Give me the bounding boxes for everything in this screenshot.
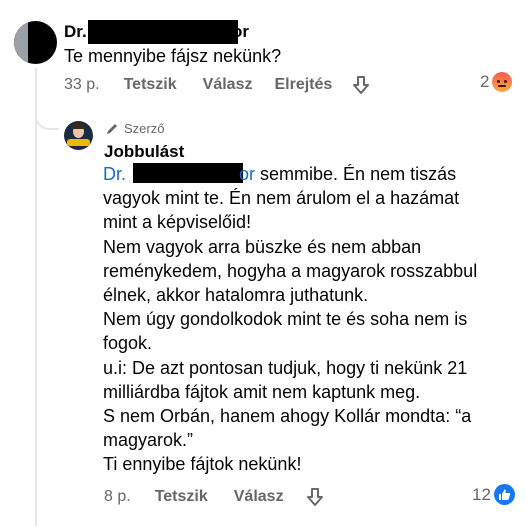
reply-line: magyarok.” — [103, 430, 194, 451]
like-reaction-icon — [493, 484, 515, 505]
reaction-count: 12 — [472, 484, 491, 504]
downvote-arrow-icon[interactable] — [352, 75, 370, 95]
comment-text: Te mennyibe fájsz nekünk? — [64, 46, 282, 66]
commenter-name-suffix: or — [232, 22, 249, 41]
reply-author-name[interactable]: Jobbulást — [104, 142, 184, 162]
reply-line: milliárdba fájtok amit nem kaptunk meg. — [103, 381, 421, 402]
commenter-avatar[interactable] — [14, 21, 57, 64]
reply-line: élnek, akkor hatalomra juthatunk. — [103, 284, 369, 305]
reply-reply-button[interactable]: Válasz — [234, 488, 284, 506]
name-redaction — [88, 20, 238, 44]
reply-line: reménykedem, hogyha a magyarok rosszabbu… — [103, 260, 478, 281]
avatar-edge — [14, 21, 28, 64]
pen-icon — [105, 122, 119, 136]
downvote-arrow-icon[interactable] — [306, 487, 324, 507]
reply-reactions[interactable]: 12 — [472, 484, 515, 505]
reply-button[interactable]: Válasz — [203, 76, 253, 94]
thread-line — [35, 68, 37, 526]
author-badge-label: Szerző — [124, 121, 165, 136]
reply-line: fogok. — [103, 333, 153, 354]
reply-line: mint a képviselőid! — [103, 212, 252, 233]
like-button[interactable]: Tetszik — [124, 76, 177, 94]
hide-button[interactable]: Elrejtés — [274, 76, 332, 94]
reply-text: Dr. or semmibe. Én nem tiszás vagyok min… — [103, 162, 477, 476]
comment-reactions[interactable]: 2 — [480, 72, 513, 92]
reply-author-avatar[interactable] — [64, 121, 93, 150]
reaction-count: 2 — [480, 72, 490, 91]
comment-timestamp[interactable]: 33 p. — [64, 76, 100, 94]
reply-line: Nem vagyok arra büszke és nem abban — [103, 236, 422, 257]
reply-line: vagyok mint te. Én nem árulom el a hazám… — [103, 188, 460, 209]
reply-line: Nem úgy gondolkodok mint te és soha nem … — [103, 309, 468, 330]
mention-link[interactable]: Dr. or — [103, 163, 255, 184]
author-badge: Szerző — [105, 121, 164, 136]
reply-line: Dr. or semmibe. Én nem tiszás — [103, 163, 457, 184]
reply-timestamp[interactable]: 8 p. — [104, 488, 131, 506]
reply-like-button[interactable]: Tetszik — [155, 488, 208, 506]
commenter-name-prefix: Dr. — [64, 22, 87, 41]
angry-reaction-icon — [492, 72, 513, 92]
reply-line: S nem Orbán, hanem ahogy Kollár mondta: … — [103, 405, 472, 426]
reply-line: Ti ennyibe fájtok nekünk! — [103, 454, 302, 475]
mention-redaction — [133, 163, 244, 183]
thread-branch-connector — [35, 100, 59, 130]
reply-line: u.i: De azt pontosan tudjuk, hogy ti nek… — [103, 357, 468, 378]
comment-actions: 33 p. Tetszik Válasz Elrejtés — [64, 75, 370, 95]
reply-actions: 8 p. Tetszik Válasz — [104, 487, 324, 507]
